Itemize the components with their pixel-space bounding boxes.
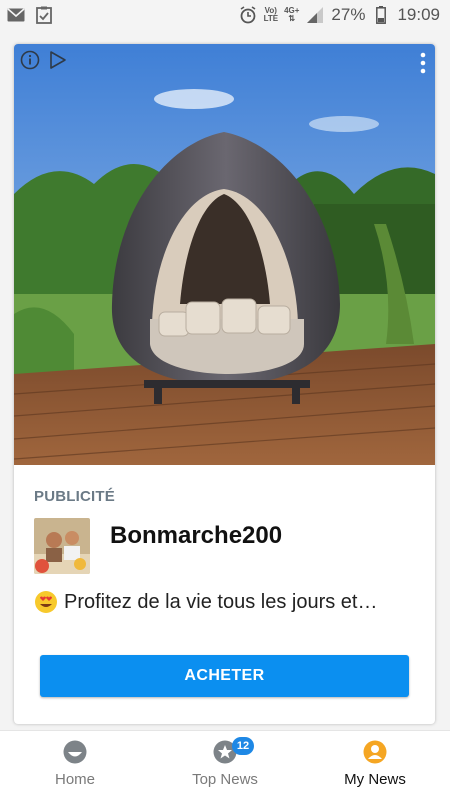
info-icon[interactable]: [20, 50, 40, 70]
bottom-navigation: Home 12 Top News My News: [0, 730, 450, 801]
nav-my-news-label: My News: [344, 771, 406, 788]
signal-strength-icon: [305, 5, 325, 25]
advertiser-name[interactable]: Bonmarche200: [110, 522, 282, 550]
sponsored-label: PUBLICITÉ: [34, 488, 115, 505]
nav-home[interactable]: Home: [0, 731, 150, 801]
smiling-face-heart-eyes-icon: [34, 590, 58, 614]
nav-home-label: Home: [54, 771, 95, 788]
ad-choices-icon[interactable]: [48, 50, 68, 70]
ad-card[interactable]: PUBLICITÉ Bonmarche200 Profitez de la vi…: [14, 44, 435, 724]
mail-icon: [6, 5, 26, 25]
daybed-photo: [14, 44, 435, 465]
nav-top-news[interactable]: 12 Top News: [150, 731, 300, 801]
nav-my-news[interactable]: My News: [300, 731, 450, 801]
clock-time: 19:09: [397, 5, 440, 24]
battery-icon: [371, 5, 391, 25]
more-vert-icon[interactable]: [417, 52, 429, 74]
nav-top-news-label: Top News: [192, 771, 258, 788]
advertiser-avatar[interactable]: [34, 518, 90, 574]
buy-button[interactable]: ACHETER: [40, 655, 409, 697]
alarm-clock-icon: [238, 5, 258, 25]
data-type-indicator: 4G+ ⇅: [284, 6, 300, 23]
battery-percent: 27%: [331, 5, 366, 24]
top-news-badge: 12: [232, 737, 254, 755]
volte-indicator: Vo) LTE: [263, 6, 279, 23]
home-face-icon: [62, 739, 88, 765]
ad-image[interactable]: [14, 44, 435, 465]
ad-overlay: [14, 44, 435, 84]
status-bar: Vo) LTE 4G+ ⇅ 27% 19:09: [0, 0, 450, 30]
clipboard-check-icon: [34, 5, 54, 25]
user-circle-icon: [362, 739, 388, 765]
ad-text-body: Profitez de la vie tous les jours et…: [64, 590, 378, 613]
ad-text[interactable]: Profitez de la vie tous les jours et…: [34, 590, 377, 614]
